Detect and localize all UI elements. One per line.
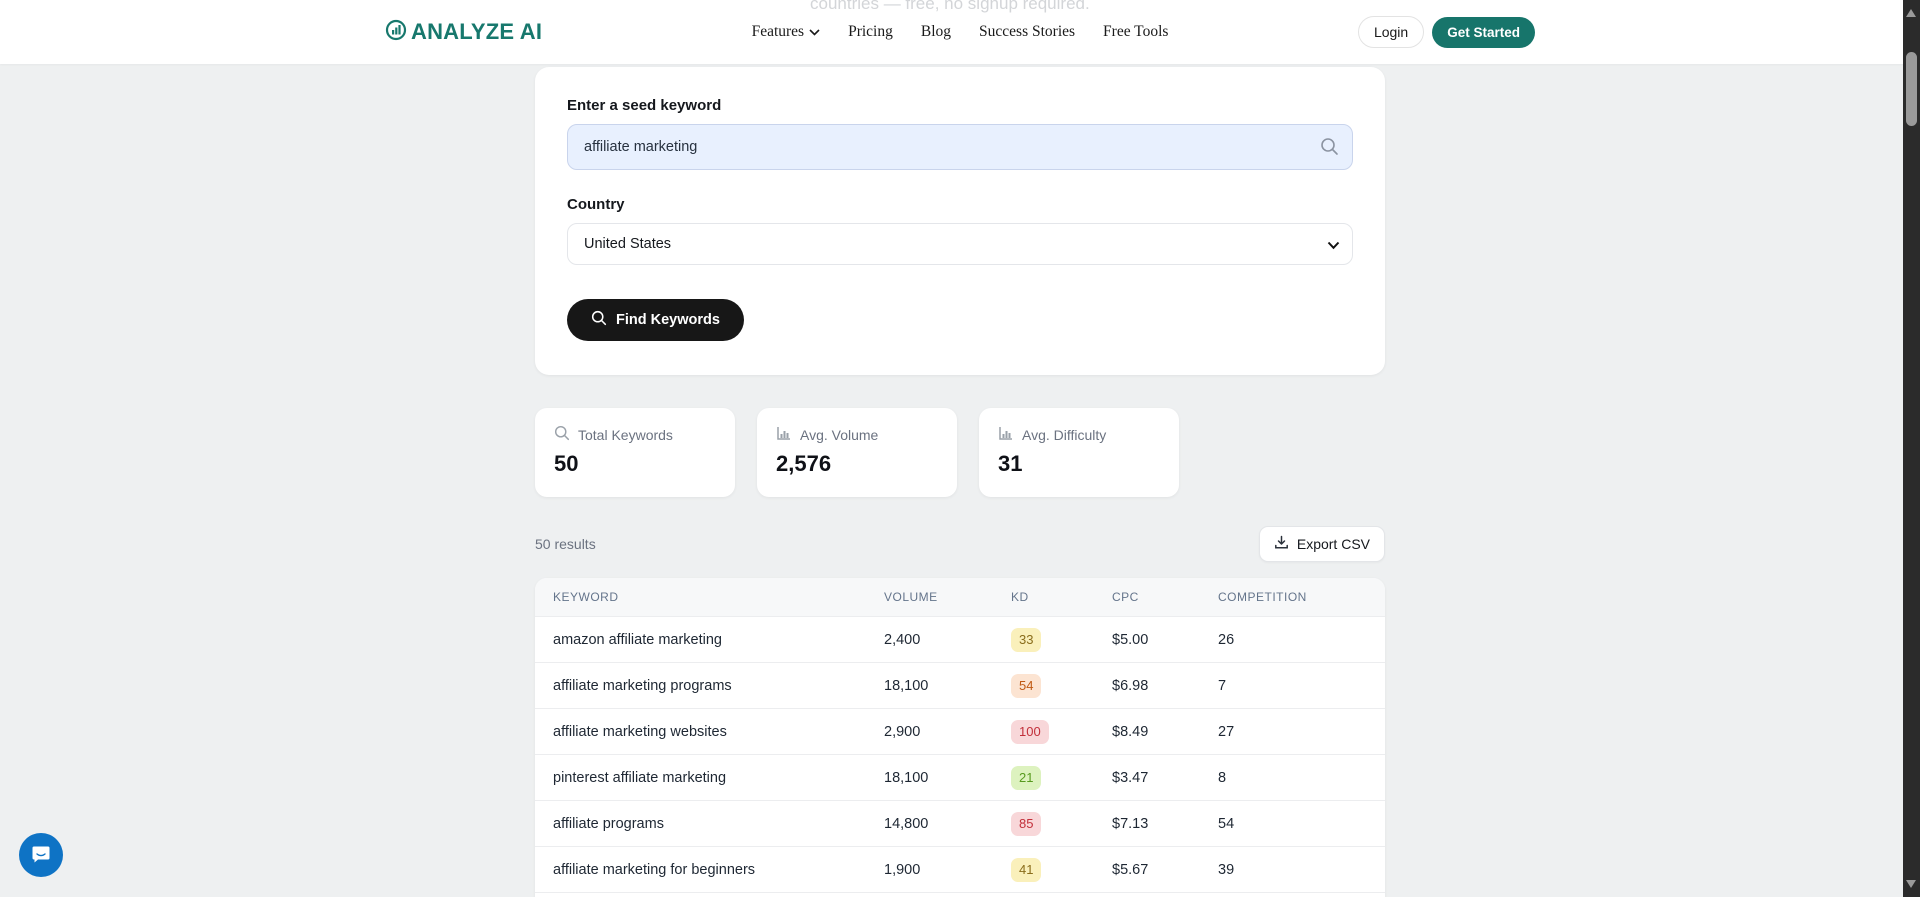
logo-text: ANALYZE AI <box>411 19 543 44</box>
cell-volume: 2,400 <box>884 631 921 648</box>
search-icon <box>554 425 570 444</box>
cell-keyword: affiliate programs <box>553 815 664 832</box>
cell-volume: 14,800 <box>884 815 929 832</box>
scroll-down-arrow-icon[interactable] <box>1906 880 1916 888</box>
kd-badge: 21 <box>1011 765 1042 790</box>
nav-item-free-tools[interactable]: Free Tools <box>1103 23 1168 41</box>
cell-competition: 8 <box>1218 769 1227 786</box>
logo[interactable]: ANALYZE AI <box>385 19 542 46</box>
stat-card-total-keywords: Total Keywords 50 <box>535 408 735 497</box>
keywords-table: KEYWORD VOLUME KD CPC COMPETITION amazon… <box>535 578 1385 897</box>
cell-cpc: $7.13 <box>1112 815 1149 832</box>
stat-label: Avg. Volume <box>800 426 879 443</box>
cell-competition: 39 <box>1218 861 1235 878</box>
scrollbar-thumb[interactable] <box>1906 52 1917 126</box>
table-row: affiliate marketing for beginners 1,900 … <box>535 846 1385 892</box>
cell-cpc: $8.49 <box>1112 723 1149 740</box>
seed-keyword-label: Enter a seed keyword <box>567 97 722 114</box>
cell-volume: 18,100 <box>884 769 929 786</box>
table-row: amazon affiliate marketing 2,400 33 $5.0… <box>535 616 1385 662</box>
export-csv-button[interactable]: Export CSV <box>1258 526 1385 562</box>
table-header-row: KEYWORD VOLUME KD CPC COMPETITION <box>535 578 1385 616</box>
seed-keyword-input[interactable] <box>567 124 1353 170</box>
table-row-partial <box>535 892 1385 897</box>
scrollbar[interactable] <box>1903 0 1920 897</box>
nav-item-success-stories[interactable]: Success Stories <box>979 23 1075 41</box>
stat-value: 50 <box>554 451 579 476</box>
col-header-cpc: CPC <box>1112 590 1139 604</box>
table-row: affiliate programs 14,800 85 $7.13 54 <box>535 800 1385 846</box>
cell-volume: 18,100 <box>884 677 929 694</box>
nav-item-pricing[interactable]: Pricing <box>848 23 893 41</box>
nav-item-label: Features <box>751 23 805 40</box>
table-row: pinterest affiliate marketing 18,100 21 … <box>535 754 1385 800</box>
kd-badge: 41 <box>1011 857 1042 882</box>
bar-chart-icon <box>998 425 1014 444</box>
cell-competition: 7 <box>1218 677 1227 694</box>
find-keywords-button[interactable]: Find Keywords <box>567 299 744 341</box>
cell-cpc: $5.00 <box>1112 631 1149 648</box>
logo-chart-icon <box>385 19 407 46</box>
results-bar: 50 results Export CSV <box>535 526 1385 562</box>
cell-keyword: affiliate marketing for beginners <box>553 861 756 878</box>
stat-label: Total Keywords <box>578 426 673 443</box>
download-icon <box>1274 535 1289 553</box>
main-content: Enter a seed keyword Country United Stat… <box>535 67 1385 897</box>
keyword-search-card: Enter a seed keyword Country United Stat… <box>535 67 1385 375</box>
country-label: Country <box>567 196 625 213</box>
export-csv-label: Export CSV <box>1296 536 1370 552</box>
nav-item-blog[interactable]: Blog <box>921 23 951 41</box>
cell-keyword: pinterest affiliate marketing <box>553 769 727 786</box>
scroll-up-arrow-icon[interactable] <box>1906 9 1916 17</box>
kd-badge: 85 <box>1011 811 1042 836</box>
col-header-competition: COMPETITION <box>1218 590 1307 604</box>
chat-bubble-icon <box>29 842 53 869</box>
search-icon <box>1320 137 1339 161</box>
cell-cpc: $3.47 <box>1112 769 1149 786</box>
stat-card-avg-difficulty: Avg. Difficulty 31 <box>979 408 1179 497</box>
col-header-keyword: KEYWORD <box>553 590 619 604</box>
chat-widget-button[interactable] <box>19 833 63 877</box>
cell-keyword: affiliate marketing websites <box>553 723 727 740</box>
stat-label: Avg. Difficulty <box>1022 426 1107 443</box>
cell-keyword: amazon affiliate marketing <box>553 631 722 648</box>
kd-badge: 54 <box>1011 673 1042 698</box>
results-count: 50 results <box>535 536 596 552</box>
stat-value: 2,576 <box>776 451 832 476</box>
col-header-kd: KD <box>1011 590 1029 604</box>
cell-cpc: $5.67 <box>1112 861 1149 878</box>
cell-volume: 2,900 <box>884 723 921 740</box>
cell-competition: 54 <box>1218 815 1235 832</box>
search-icon <box>591 310 607 330</box>
col-header-volume: VOLUME <box>884 590 938 604</box>
chevron-down-icon <box>809 23 820 41</box>
stat-value: 31 <box>998 451 1023 476</box>
cell-volume: 1,900 <box>884 861 921 878</box>
bar-chart-icon <box>776 425 792 444</box>
table-row: affiliate marketing websites 2,900 100 $… <box>535 708 1385 754</box>
cell-competition: 27 <box>1218 723 1235 740</box>
cell-cpc: $6.98 <box>1112 677 1149 694</box>
table-row: affiliate marketing programs 18,100 54 $… <box>535 662 1385 708</box>
cell-competition: 26 <box>1218 631 1235 648</box>
navbar: countries — free, no signup required. AN… <box>0 0 1920 64</box>
nav-links: Features Pricing Blog Success Stories Fr… <box>752 23 1169 41</box>
login-button[interactable]: Login <box>1357 16 1425 48</box>
kd-badge: 100 <box>1011 719 1049 744</box>
kd-badge: 33 <box>1011 627 1042 652</box>
stats-row: Total Keywords 50 Avg. Volume 2,576 Avg.… <box>535 408 1385 497</box>
get-started-button[interactable]: Get Started <box>1432 16 1535 48</box>
country-select[interactable]: United States <box>567 223 1353 265</box>
find-keywords-label: Find Keywords <box>616 312 720 328</box>
stat-card-avg-volume: Avg. Volume 2,576 <box>757 408 957 497</box>
cell-keyword: affiliate marketing programs <box>553 677 732 694</box>
nav-item-features[interactable]: Features <box>752 23 821 41</box>
